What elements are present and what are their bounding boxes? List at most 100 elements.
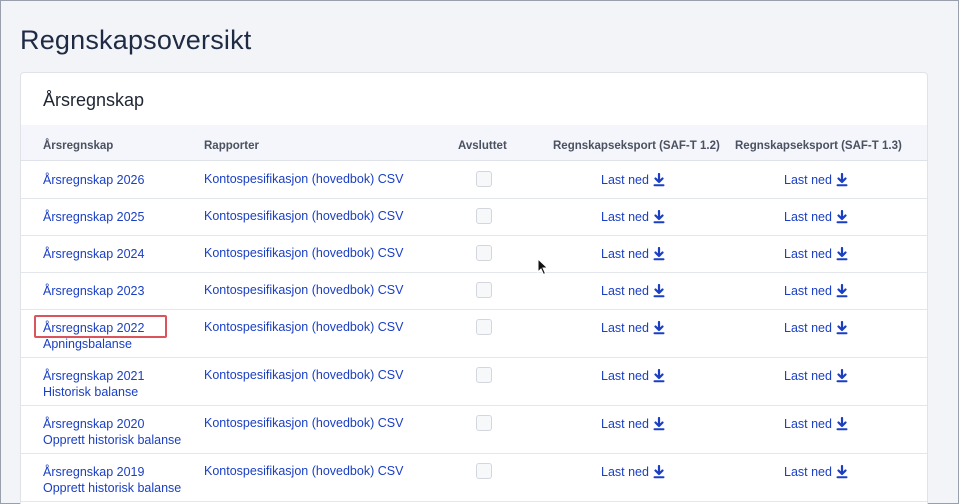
ledger-csv-link[interactable]: Kontospesifikasjon (hovedbok) CSV [204,209,403,223]
annual-accounts-card: Årsregnskap Årsregnskap Rapporter Avslut… [20,72,928,504]
report-cell: Kontospesifikasjon (hovedbok) CSV [204,368,403,382]
column-header-export-13: Regnskapseksport (SAF-T 1.3) [735,140,902,152]
balance-link[interactable]: Historisk balanse [43,384,144,400]
download-label: Last ned [784,247,832,261]
download-arrow-icon [653,320,665,335]
download-saft-13-link[interactable]: Last ned [784,283,848,298]
download-arrow-icon [836,283,848,298]
table-row: Årsregnskap 2019 Opprett historisk balans… [21,454,927,502]
download-arrow-icon [836,416,848,431]
download-label: Last ned [601,247,649,261]
closed-checkbox[interactable] [476,367,492,383]
download-arrow-icon [836,209,848,224]
download-arrow-icon [836,172,848,187]
download-saft-13-link[interactable]: Last ned [784,320,848,335]
column-header-reports: Rapporter [204,140,259,152]
closed-checkbox[interactable] [476,171,492,187]
annual-accounts-link[interactable]: Årsregnskap 2019 [43,464,181,480]
card-title: Årsregnskap [43,90,145,110]
year-cell: Årsregnskap 2022 Apningsbalanse [43,320,144,352]
closed-checkbox[interactable] [476,319,492,335]
download-label: Last ned [784,369,832,383]
download-saft-13-link[interactable]: Last ned [784,416,848,431]
balance-link[interactable]: Apningsbalanse [43,336,144,352]
download-saft-13-link[interactable]: Last ned [784,209,848,224]
download-arrow-icon [653,172,665,187]
download-saft-13-link[interactable]: Last ned [784,368,848,383]
annual-accounts-link[interactable]: Årsregnskap 2023 [43,283,144,299]
download-saft-12-link[interactable]: Last ned [601,416,665,431]
table-header: Årsregnskap Rapporter Avsluttet Regnskap… [21,125,927,161]
report-cell: Kontospesifikasjon (hovedbok) CSV [204,464,403,478]
download-arrow-icon [653,209,665,224]
annual-accounts-link[interactable]: Årsregnskap 2024 [43,246,144,262]
download-saft-13-link[interactable]: Last ned [784,246,848,261]
balance-link[interactable]: Opprett historisk balanse [43,432,181,448]
column-header-export-12: Regnskapseksport (SAF-T 1.2) [553,140,720,152]
download-label: Last ned [601,321,649,335]
annual-accounts-link[interactable]: Årsregnskap 2026 [43,172,144,188]
closed-checkbox[interactable] [476,208,492,224]
download-label: Last ned [601,417,649,431]
ledger-csv-link[interactable]: Kontospesifikasjon (hovedbok) CSV [204,246,403,260]
download-saft-12-link[interactable]: Last ned [601,246,665,261]
year-cell: Årsregnskap 2025 [43,209,144,225]
annual-accounts-link[interactable]: Årsregnskap 2020 [43,416,181,432]
year-cell: Årsregnskap 2020 Opprett historisk balans… [43,416,181,448]
download-arrow-icon [653,368,665,383]
annual-accounts-link[interactable]: Årsregnskap 2022 [43,320,144,336]
download-arrow-icon [653,283,665,298]
download-label: Last ned [601,210,649,224]
year-cell: Årsregnskap 2024 [43,246,144,262]
report-cell: Kontospesifikasjon (hovedbok) CSV [204,283,403,297]
ledger-csv-link[interactable]: Kontospesifikasjon (hovedbok) CSV [204,283,403,297]
column-header-closed: Avsluttet [458,140,507,152]
mouse-pointer-icon [537,258,549,276]
report-cell: Kontospesifikasjon (hovedbok) CSV [204,246,403,260]
closed-checkbox[interactable] [476,463,492,479]
year-cell: Årsregnskap 2019 Opprett historisk balans… [43,464,181,496]
download-saft-12-link[interactable]: Last ned [601,320,665,335]
download-label: Last ned [784,210,832,224]
table-row: Årsregnskap 2025 Kontospesifikasjon (hove… [21,199,927,236]
closed-checkbox[interactable] [476,415,492,431]
closed-checkbox[interactable] [476,245,492,261]
download-arrow-icon [836,368,848,383]
ledger-csv-link[interactable]: Kontospesifikasjon (hovedbok) CSV [204,416,403,430]
column-header-year: Årsregnskap [43,140,114,152]
balance-link[interactable]: Opprett historisk balanse [43,480,181,496]
download-saft-13-link[interactable]: Last ned [784,464,848,479]
table-row: Årsregnskap 2023 Kontospesifikasjon (hove… [21,273,927,310]
ledger-csv-link[interactable]: Kontospesifikasjon (hovedbok) CSV [204,320,403,334]
download-saft-12-link[interactable]: Last ned [601,209,665,224]
ledger-csv-link[interactable]: Kontospesifikasjon (hovedbok) CSV [204,172,403,186]
table-row: Årsregnskap 2021 Historisk balanse Kontosp… [21,358,927,406]
download-saft-12-link[interactable]: Last ned [601,172,665,187]
ledger-csv-link[interactable]: Kontospesifikasjon (hovedbok) CSV [204,368,403,382]
table-row: Årsregnskap 2026 Kontospesifikasjon (hove… [21,162,927,199]
ledger-csv-link[interactable]: Kontospesifikasjon (hovedbok) CSV [204,464,403,478]
closed-checkbox[interactable] [476,282,492,298]
download-label: Last ned [784,284,832,298]
download-saft-13-link[interactable]: Last ned [784,172,848,187]
annual-accounts-link[interactable]: Årsregnskap 2025 [43,209,144,225]
download-arrow-icon [653,416,665,431]
download-saft-12-link[interactable]: Last ned [601,464,665,479]
table-row: Årsregnskap 2024 Kontospesifikasjon (hove… [21,236,927,273]
year-cell: Årsregnskap 2026 [43,172,144,188]
year-cell: Årsregnskap 2021 Historisk balanse [43,368,144,400]
download-label: Last ned [601,173,649,187]
report-cell: Kontospesifikasjon (hovedbok) CSV [204,172,403,186]
annual-accounts-link[interactable]: Årsregnskap 2021 [43,368,144,384]
download-label: Last ned [601,369,649,383]
download-saft-12-link[interactable]: Last ned [601,368,665,383]
report-cell: Kontospesifikasjon (hovedbok) CSV [204,209,403,223]
download-saft-12-link[interactable]: Last ned [601,283,665,298]
table-row: Årsregnskap 2022 Apningsbalanse Kontospesi… [21,310,927,358]
download-label: Last ned [601,465,649,479]
download-arrow-icon [836,464,848,479]
year-cell: Årsregnskap 2023 [43,283,144,299]
download-arrow-icon [653,464,665,479]
download-arrow-icon [836,320,848,335]
download-arrow-icon [836,246,848,261]
